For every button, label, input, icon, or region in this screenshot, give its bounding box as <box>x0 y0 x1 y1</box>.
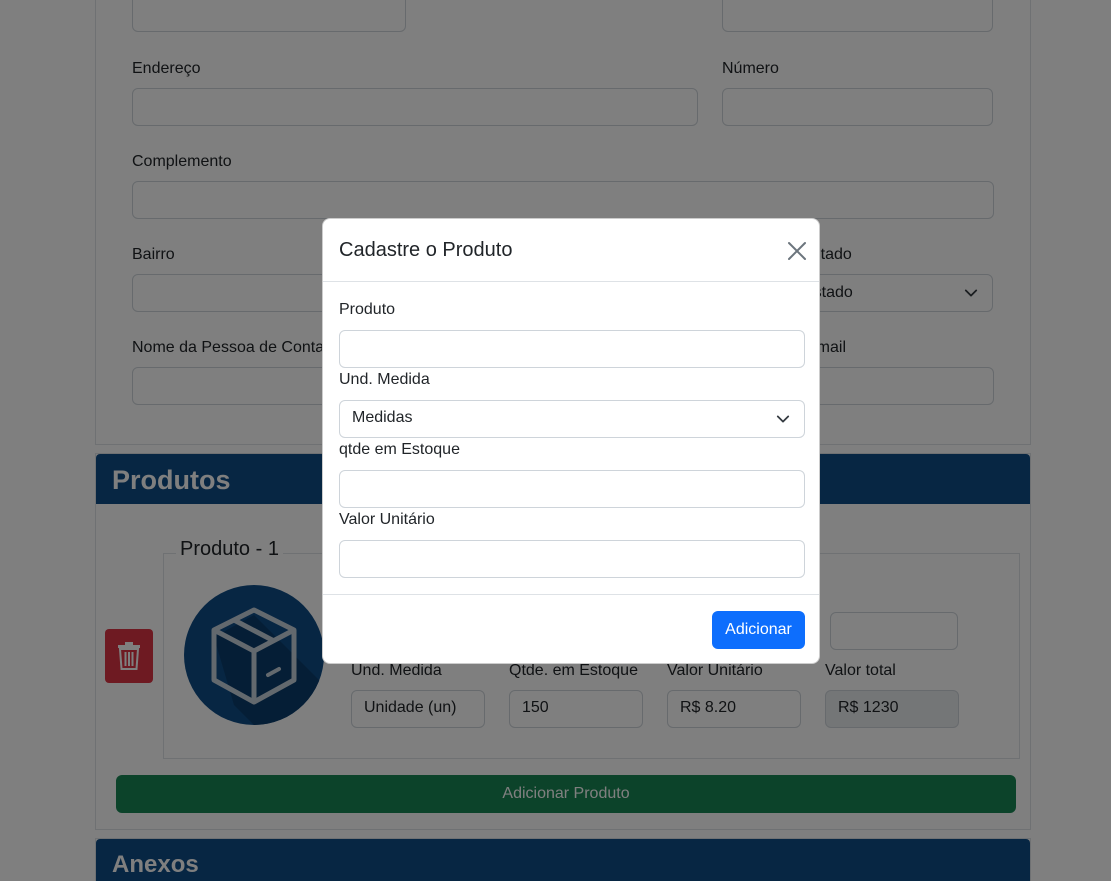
modal-und-select[interactable]: Medidas <box>339 400 805 438</box>
close-icon[interactable] <box>785 239 809 263</box>
modal-und-select-value: Medidas <box>352 409 413 426</box>
product-modal: Cadastre o Produto Produto Und. Medida M… <box>322 218 820 664</box>
modal-valor-input[interactable] <box>339 540 805 578</box>
chevron-down-icon <box>776 415 790 423</box>
modal-und-label: Und. Medida <box>339 371 430 388</box>
modal-title: Cadastre o Produto <box>339 239 513 261</box>
modal-valor-label: Valor Unitário <box>339 511 435 528</box>
modal-produto-input[interactable] <box>339 330 805 368</box>
modal-produto-label: Produto <box>339 301 396 318</box>
modal-submit-button[interactable]: Adicionar <box>712 611 805 649</box>
modal-qtde-label: qtde em Estoque <box>339 441 460 458</box>
modal-qtde-input[interactable] <box>339 470 805 508</box>
modal-header: Cadastre o Produto <box>323 219 819 282</box>
